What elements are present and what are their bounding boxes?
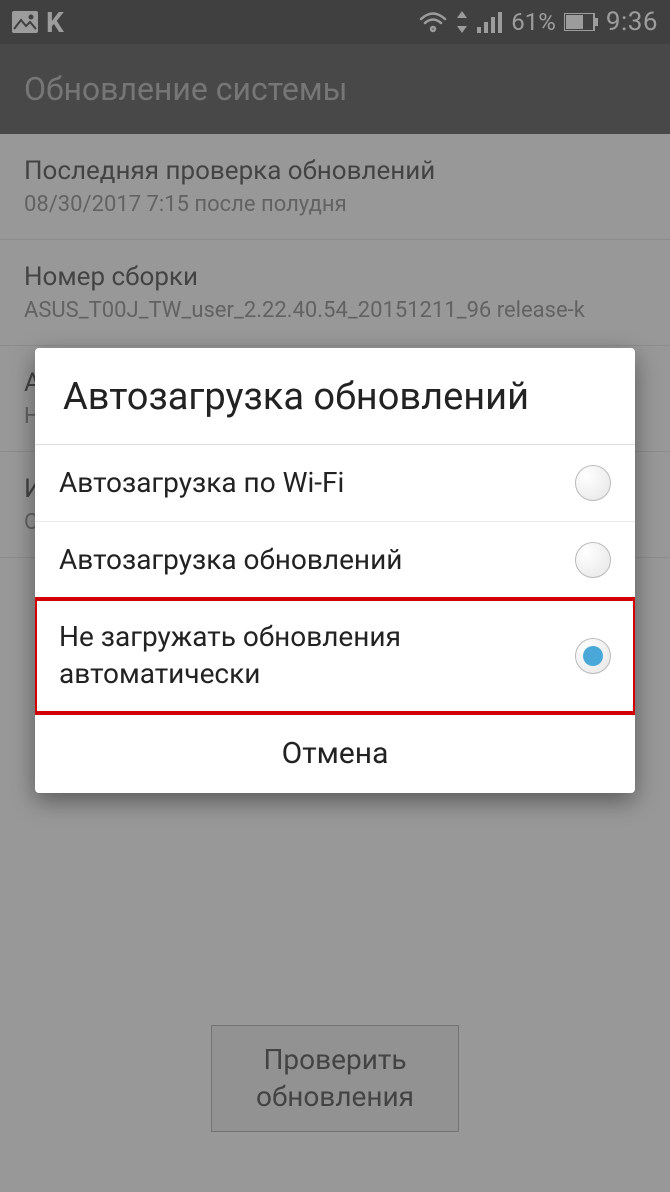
radio-icon — [575, 542, 611, 578]
autodownload-dialog: Автозагрузка обновлений Автозагрузка по … — [35, 348, 635, 793]
modal-overlay[interactable]: Автозагрузка обновлений Автозагрузка по … — [0, 0, 670, 1192]
dialog-option-wifi[interactable]: Автозагрузка по Wi-Fi — [35, 445, 635, 522]
dialog-option-disable[interactable]: Не загружать обновления автоматически — [35, 599, 635, 713]
dialog-option-label: Автозагрузка по Wi-Fi — [59, 465, 575, 501]
radio-icon — [575, 638, 611, 674]
dialog-option-label: Автозагрузка обновлений — [59, 542, 575, 578]
cancel-button[interactable]: Отмена — [35, 713, 635, 793]
dialog-option-autoload[interactable]: Автозагрузка обновлений — [35, 522, 635, 599]
radio-icon — [575, 465, 611, 501]
dialog-title: Автозагрузка обновлений — [35, 348, 635, 445]
dialog-option-label: Не загружать обновления автоматически — [59, 619, 575, 692]
